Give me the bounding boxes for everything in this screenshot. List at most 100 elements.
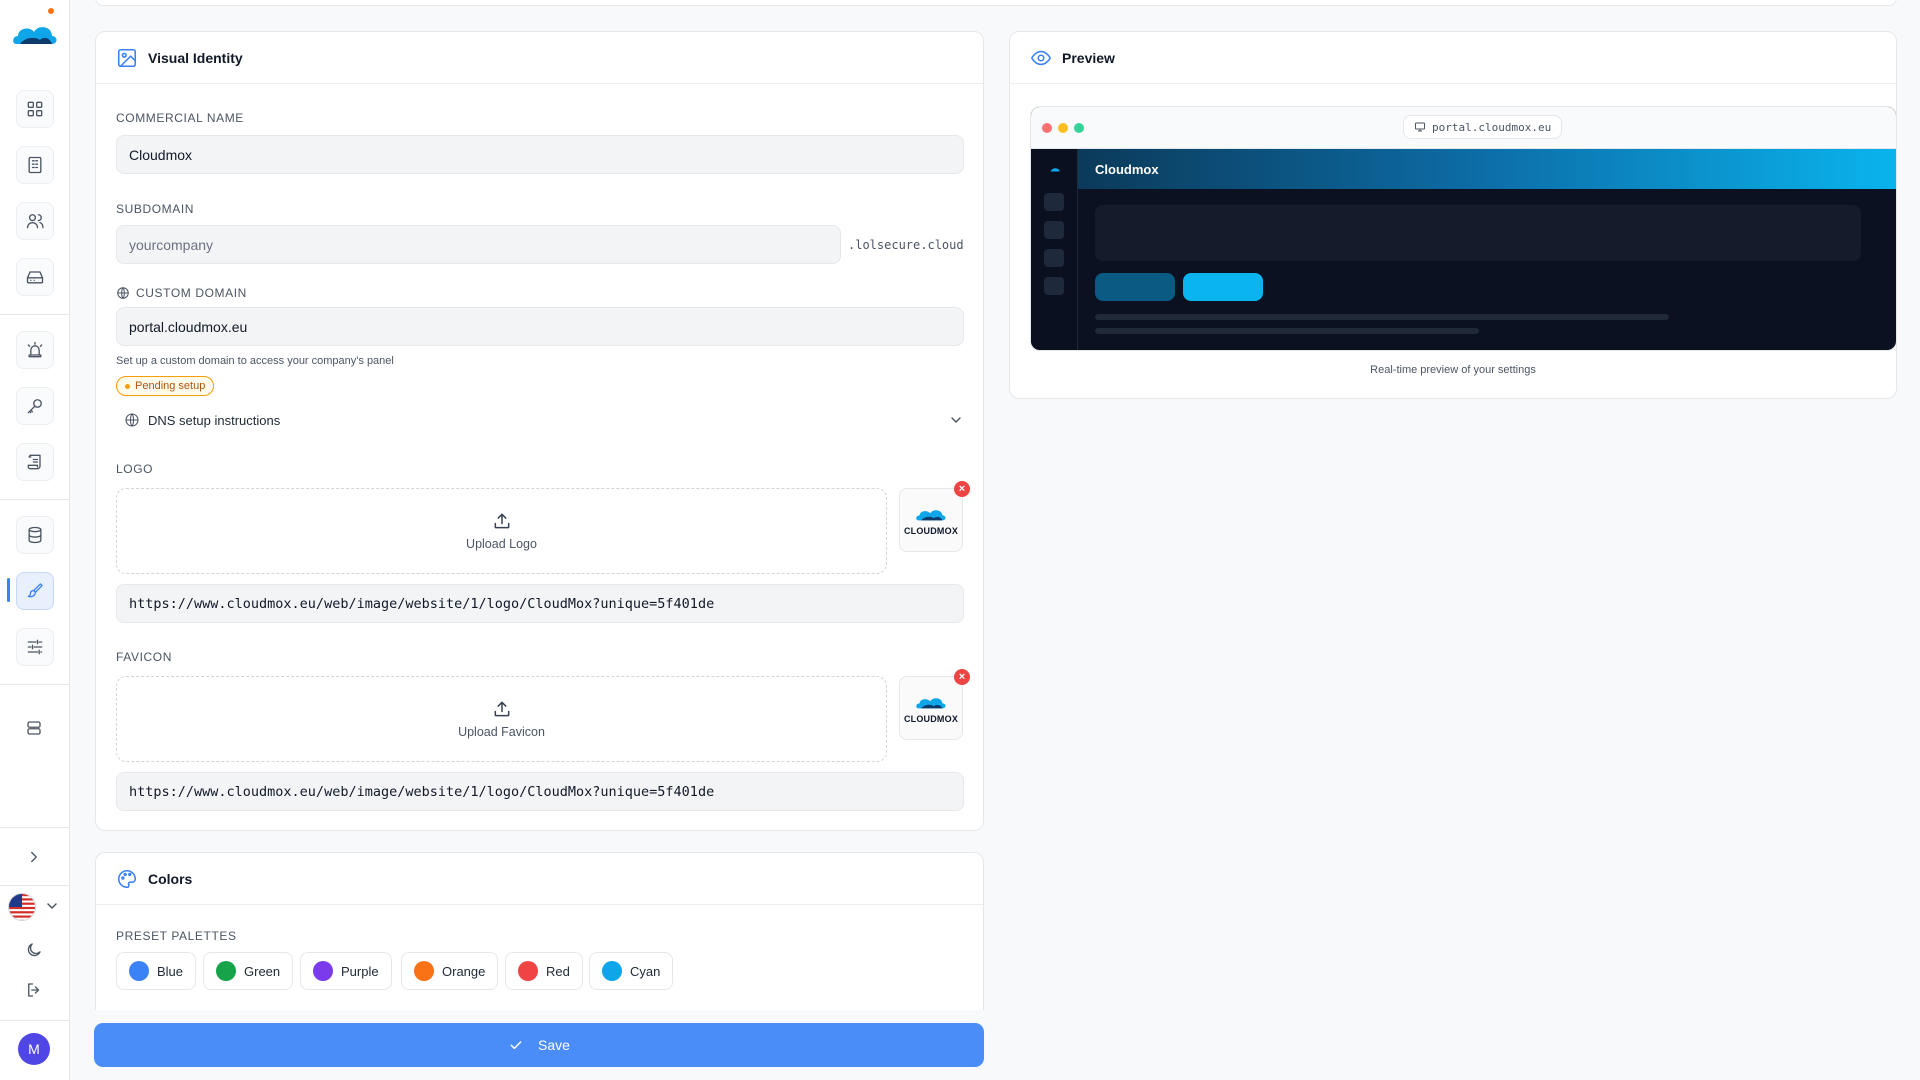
expand-sidebar-button[interactable]: [20, 843, 48, 871]
window-close-dot: [1042, 123, 1052, 133]
app-logo[interactable]: [10, 8, 58, 52]
language-selector[interactable]: [8, 893, 36, 921]
us-flag-icon: [9, 894, 35, 920]
sidebar-item-organizations[interactable]: [16, 146, 54, 184]
sidebar-divider: [0, 684, 70, 685]
theme-toggle-button[interactable]: [20, 936, 48, 964]
preview-caption: Real-time preview of your settings: [1370, 364, 1536, 376]
monitor-icon: [1415, 122, 1425, 132]
remove-favicon-button[interactable]: ×: [954, 669, 970, 685]
visual-identity-title: Visual Identity: [148, 49, 243, 66]
preview-url-bar: portal.cloudmox.eu: [1403, 115, 1563, 139]
sidebar-item-keys[interactable]: [16, 387, 54, 425]
preview-sidebar: [1031, 149, 1078, 350]
palette-purple-button[interactable]: Purple: [300, 952, 392, 990]
upload-favicon-dropzone[interactable]: Upload Favicon: [116, 676, 887, 762]
logout-button[interactable]: [20, 976, 48, 1004]
preview-app-name: Cloudmox: [1095, 162, 1159, 177]
thumbnail-brand-text: CLOUDMOX: [903, 714, 959, 724]
moon-icon: [27, 943, 41, 957]
palette-swatch: [216, 961, 236, 981]
preview-nav-item: [1044, 193, 1064, 211]
commercial-name-input[interactable]: Cloudmox: [116, 135, 964, 174]
siren-icon: [27, 341, 43, 358]
sidebar-item-logs[interactable]: [16, 443, 54, 481]
palette-swatch: [518, 961, 538, 981]
dns-instructions-toggle[interactable]: DNS setup instructions: [124, 408, 964, 432]
chevron-down-icon: [951, 417, 961, 423]
building-icon: [28, 156, 42, 174]
upload-icon: [494, 701, 509, 717]
logout-icon: [28, 983, 40, 997]
check-icon: [510, 1041, 522, 1050]
favicon-label: FAVICON: [116, 650, 172, 664]
sidebar-item-dashboard[interactable]: [16, 90, 54, 128]
window-maximize-dot: [1074, 123, 1084, 133]
palette-cyan-button[interactable]: Cyan: [589, 952, 674, 990]
sidebar-item-alerts[interactable]: [16, 331, 54, 369]
sidebar-divider: [0, 1020, 70, 1021]
preview-nav-item: [1044, 249, 1064, 267]
save-button[interactable]: Save: [94, 1023, 984, 1067]
remove-logo-button[interactable]: ×: [954, 481, 970, 497]
upload-logo-dropzone[interactable]: Upload Logo: [116, 488, 887, 574]
colors-header: Colors: [96, 853, 983, 905]
logo-url-input[interactable]: https://www.cloudmox.eu/web/image/websit…: [116, 584, 964, 623]
favicon-thumbnail: CLOUDMOX: [899, 676, 963, 740]
grid-icon: [27, 101, 43, 117]
subdomain-input[interactable]: yourcompany: [116, 225, 841, 264]
cloud-logo-icon: [916, 510, 946, 521]
database-icon: [28, 526, 42, 544]
chevron-down-icon[interactable]: [44, 898, 60, 914]
avatar[interactable]: M: [18, 1033, 50, 1065]
custom-domain-hint: Set up a custom domain to access your co…: [116, 355, 394, 367]
palette-red-button[interactable]: Red: [505, 952, 583, 990]
preview-title: Preview: [1062, 49, 1115, 66]
sidebar-item-settings[interactable]: [16, 628, 54, 666]
preview-content-block: [1095, 205, 1861, 261]
visual-identity-card: Visual Identity COMMERCIAL NAME Cloudmox…: [95, 31, 984, 831]
palette-swatch: [602, 961, 622, 981]
mini-logo-icon: [1050, 168, 1060, 172]
notification-dot: [48, 8, 54, 14]
sidebar-item-branding[interactable]: [16, 572, 54, 610]
globe-icon: [117, 287, 129, 299]
sidebar-divider: [0, 885, 70, 886]
sidebar-item-users[interactable]: [16, 202, 54, 240]
sidebar-item-database[interactable]: [16, 516, 54, 554]
visual-identity-header: Visual Identity: [96, 32, 983, 84]
palette-green-button[interactable]: Green: [203, 952, 294, 990]
preview-header: Preview: [1010, 32, 1896, 84]
logo-label: LOGO: [116, 462, 154, 476]
cloud-logo-icon: [916, 698, 946, 709]
subdomain-label: SUBDOMAIN: [116, 202, 195, 216]
eye-icon: [1031, 50, 1051, 65]
commercial-name-label: COMMERCIAL NAME: [116, 111, 244, 125]
cloud-logo-icon: [13, 27, 57, 44]
sidebar-item-storage[interactable]: [16, 258, 54, 296]
preview-text-line: [1095, 328, 1479, 334]
subdomain-suffix: .lolsecure.cloud: [848, 238, 964, 252]
sidebar-item-servers[interactable]: [20, 714, 48, 742]
palette-swatch: [313, 961, 333, 981]
preview-frame: portal.cloudmox.eu Cloudmox: [1030, 106, 1897, 351]
sidebar-divider: [0, 499, 70, 500]
globe-icon: [125, 413, 139, 427]
thumbnail-brand-text: CLOUDMOX: [903, 526, 959, 536]
preset-palettes-label: PRESET PALETTES: [116, 929, 237, 943]
custom-domain-input[interactable]: portal.cloudmox.eu: [116, 307, 964, 346]
sliders-icon: [27, 639, 43, 655]
favicon-url-input[interactable]: https://www.cloudmox.eu/web/image/websit…: [116, 772, 964, 811]
users-icon: [26, 214, 44, 229]
custom-domain-label: CUSTOM DOMAIN: [116, 286, 247, 300]
paintbrush-icon: [27, 583, 43, 598]
palette-blue-button[interactable]: Blue: [116, 952, 197, 990]
preview-card: Preview portal.cloudmox.eu Cloudmox Real…: [1009, 31, 1897, 399]
key-icon: [27, 399, 42, 414]
palette-orange-button[interactable]: Orange: [401, 952, 499, 990]
preview-secondary-button: [1095, 273, 1175, 301]
hard-drive-icon: [26, 271, 44, 284]
palette-icon: [118, 869, 137, 888]
preview-nav-item: [1044, 221, 1064, 239]
sidebar: M: [0, 0, 70, 1080]
